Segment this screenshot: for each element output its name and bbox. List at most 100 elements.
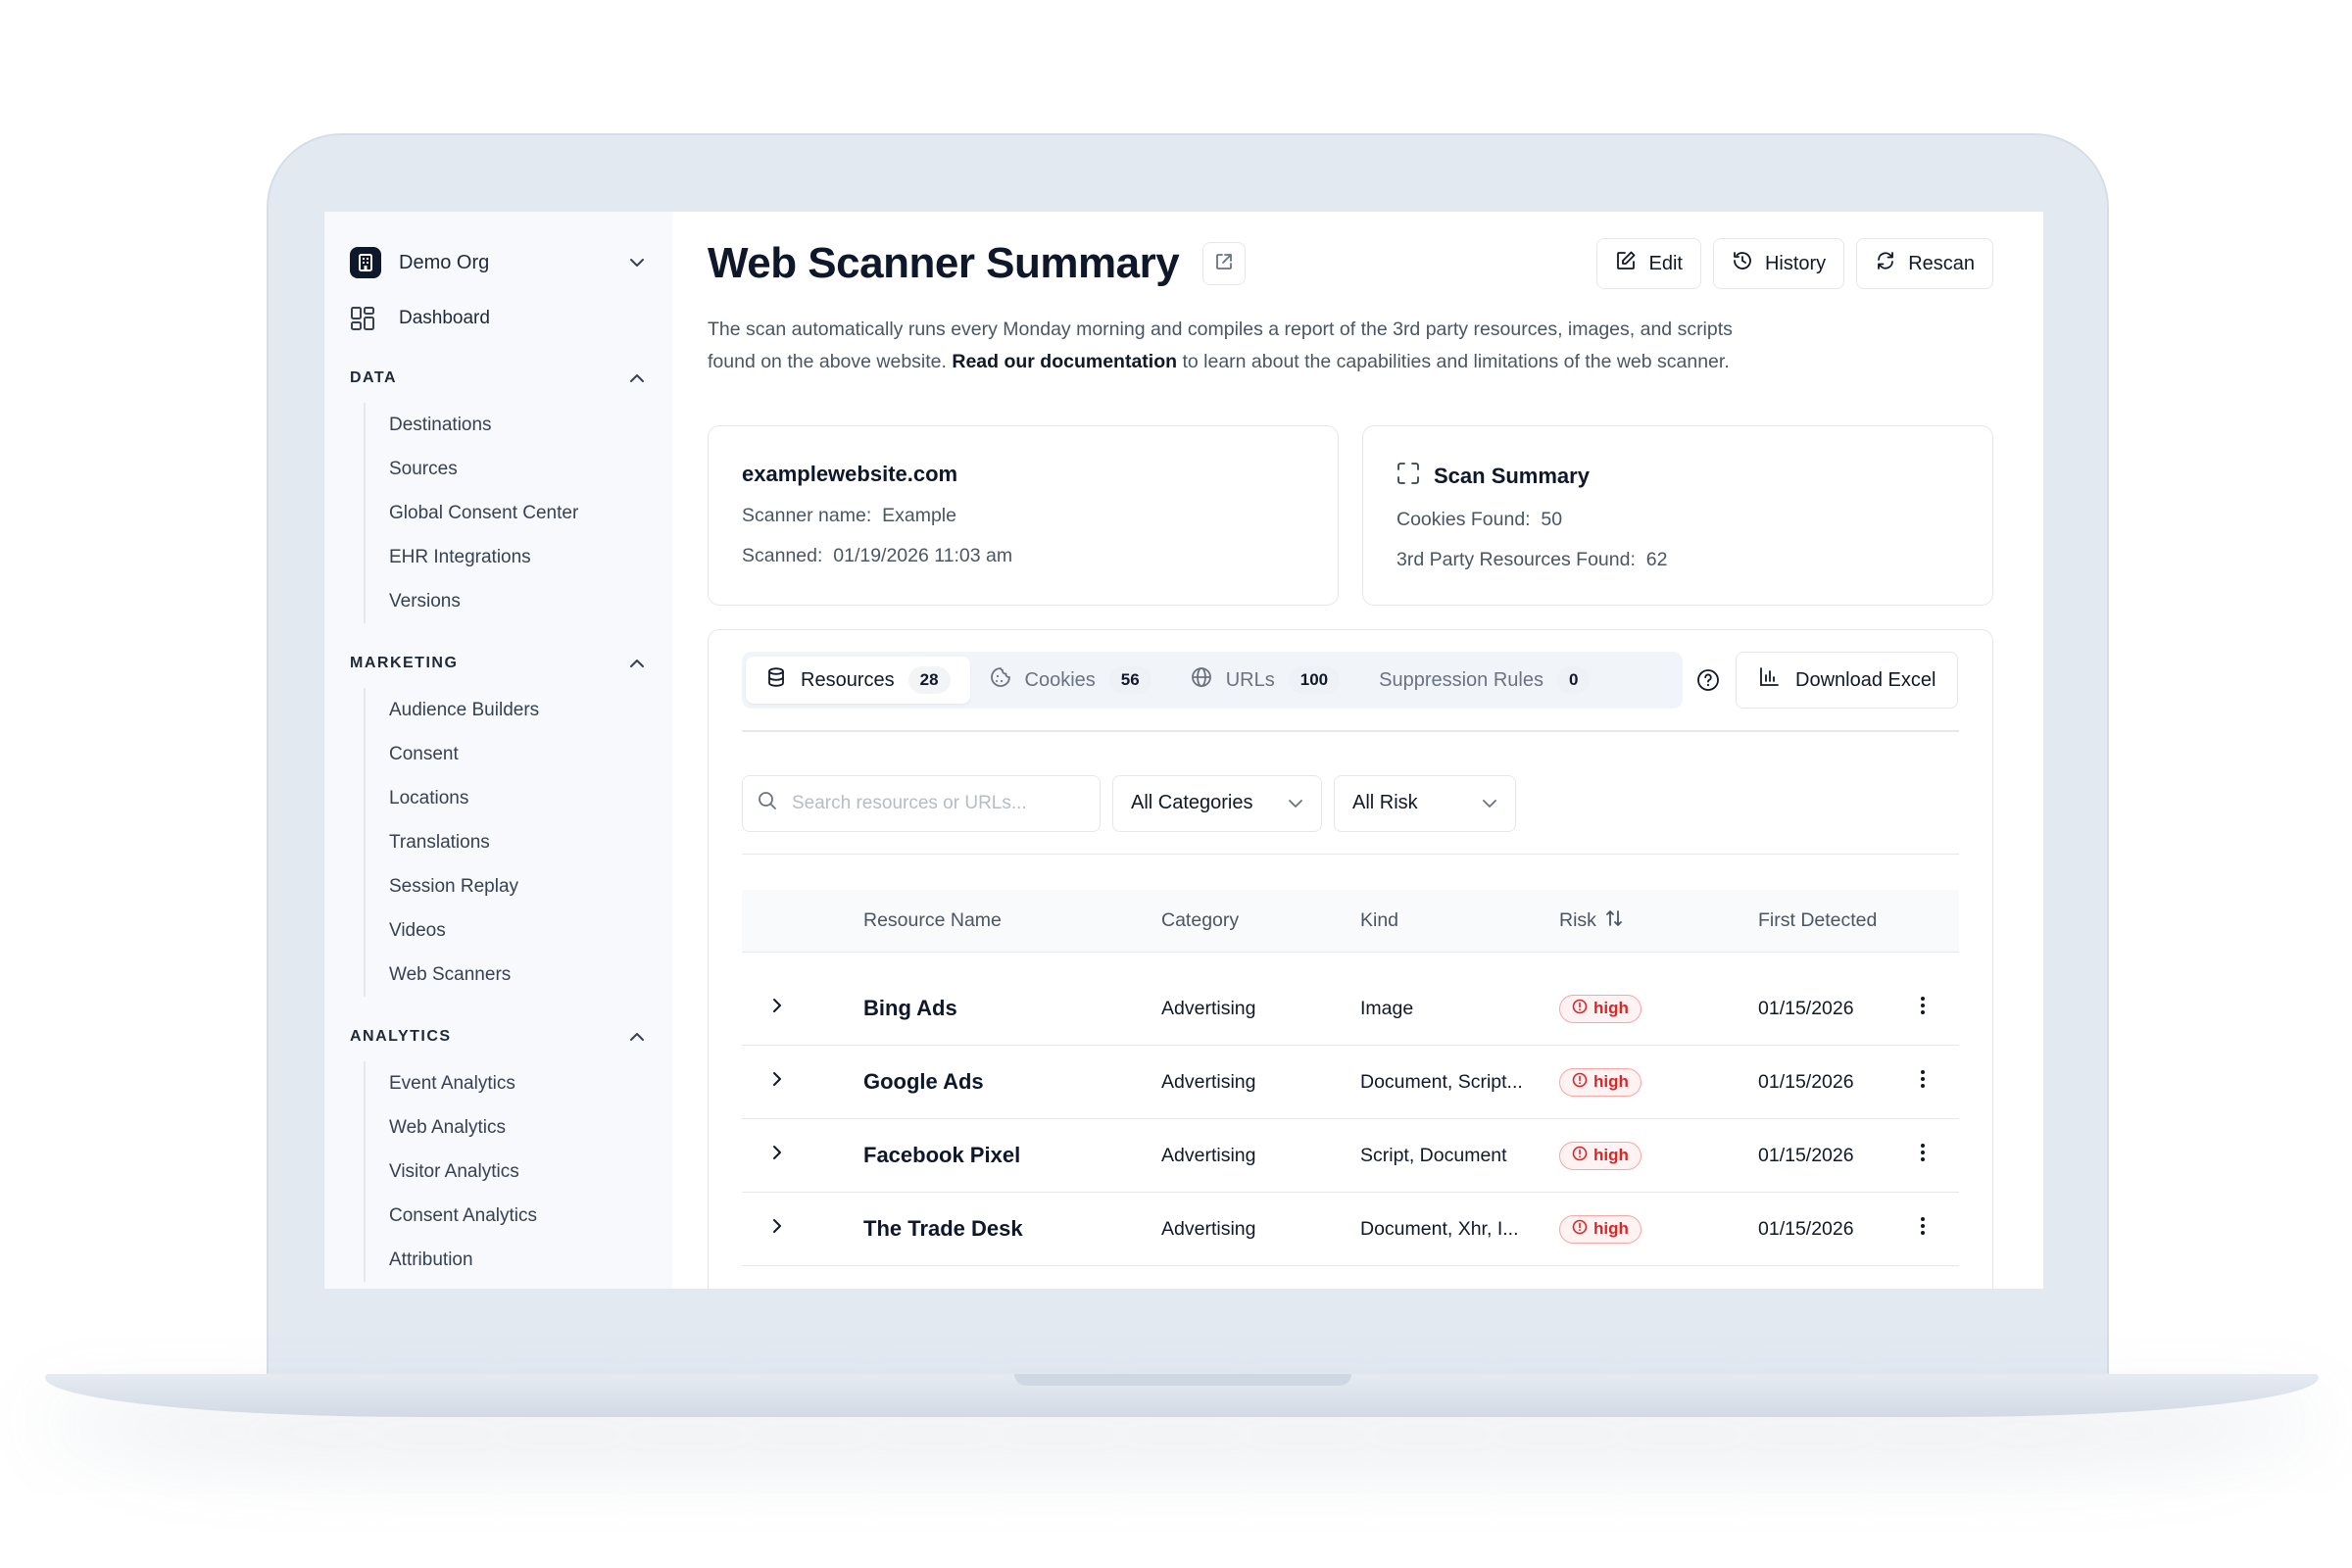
section-header-analytics[interactable]: ANALYTICS bbox=[350, 1022, 647, 1052]
header-actions: Edit History Rescan bbox=[1596, 238, 1993, 289]
tab-resources[interactable]: Resources 28 bbox=[746, 657, 970, 704]
chevron-up-icon bbox=[627, 654, 647, 673]
chevron-up-icon bbox=[627, 368, 647, 388]
site-card: examplewebsite.com Scanner name: Example… bbox=[708, 425, 1339, 606]
sidebar-item-audience-builders[interactable]: Audience Builders bbox=[389, 688, 647, 732]
sidebar-item-sources[interactable]: Sources bbox=[389, 447, 647, 491]
cookie-icon bbox=[990, 666, 1011, 694]
column-header-kind[interactable]: Kind bbox=[1360, 909, 1559, 932]
sidebar-item-web-analytics[interactable]: Web Analytics bbox=[389, 1105, 647, 1150]
column-header-resource-name[interactable]: Resource Name bbox=[863, 909, 1161, 932]
help-icon[interactable] bbox=[1696, 668, 1720, 692]
column-header-category[interactable]: Category bbox=[1161, 909, 1360, 932]
org-switcher[interactable]: Demo Org bbox=[350, 243, 647, 282]
resource-kind: Document, Xhr, I... bbox=[1360, 1217, 1519, 1240]
divider bbox=[742, 853, 1959, 855]
tab-cookies[interactable]: Cookies 56 bbox=[970, 657, 1171, 704]
more-vertical-icon bbox=[1920, 1216, 1926, 1242]
resource-kind: Document, Script... bbox=[1360, 1070, 1523, 1093]
search-field[interactable] bbox=[742, 774, 1101, 832]
scanner-name-label: Scanner name: bbox=[742, 505, 872, 526]
sidebar-item-ehr-integrations[interactable]: EHR Integrations bbox=[389, 535, 647, 579]
count-badge: 0 bbox=[1556, 666, 1591, 694]
scanned-value: 01/19/2026 11:03 am bbox=[833, 545, 1013, 566]
row-menu-button[interactable] bbox=[1893, 1143, 1952, 1168]
table-row[interactable]: The Trade Desk Advertising Document, Xhr… bbox=[742, 1193, 1959, 1266]
chevron-up-icon bbox=[627, 1027, 647, 1047]
sidebar-item-destinations[interactable]: Destinations bbox=[389, 403, 647, 447]
bar-chart-icon bbox=[1758, 666, 1780, 694]
category-select[interactable]: All Categories bbox=[1112, 774, 1322, 832]
sidebar-item-attribution[interactable]: Attribution bbox=[389, 1238, 647, 1282]
documentation-link[interactable]: Read our documentation bbox=[952, 351, 1177, 372]
history-button[interactable]: History bbox=[1712, 238, 1845, 289]
edit-icon bbox=[1615, 250, 1637, 277]
cookies-found-value: 50 bbox=[1541, 509, 1563, 530]
scanned-label: Scanned: bbox=[742, 545, 823, 566]
row-menu-button[interactable] bbox=[1893, 1216, 1952, 1242]
count-badge: 100 bbox=[1288, 666, 1341, 694]
filter-bar: All Categories All Risk bbox=[742, 774, 1959, 832]
scanner-name-line: Scanner name: Example bbox=[742, 505, 1304, 527]
sidebar-item-visitor-analytics[interactable]: Visitor Analytics bbox=[389, 1150, 647, 1194]
database-icon bbox=[765, 666, 787, 694]
risk-cell: high bbox=[1559, 994, 1758, 1023]
tab-suppression-rules[interactable]: Suppression Rules 0 bbox=[1359, 657, 1609, 704]
download-label: Download Excel bbox=[1795, 668, 1936, 691]
section-header-data[interactable]: DATA bbox=[350, 364, 647, 393]
tab-urls[interactable]: URLs 100 bbox=[1171, 657, 1359, 704]
sidebar-item-consent-analytics[interactable]: Consent Analytics bbox=[389, 1194, 647, 1238]
sidebar-item-event-analytics[interactable]: Event Analytics bbox=[389, 1061, 647, 1105]
cookies-found-label: Cookies Found: bbox=[1396, 509, 1531, 530]
expand-row-button[interactable] bbox=[742, 1144, 863, 1167]
table-row[interactable]: Bing Ads Advertising Image high 01/15/20… bbox=[742, 972, 1959, 1046]
table-row[interactable]: Facebook Pixel Advertising Script, Docum… bbox=[742, 1119, 1959, 1193]
sidebar-item-global-consent-center[interactable]: Global Consent Center bbox=[389, 491, 647, 535]
search-icon bbox=[757, 790, 778, 816]
column-header-risk[interactable]: Risk bbox=[1559, 908, 1758, 934]
org-name: Demo Org bbox=[399, 251, 490, 273]
rescan-button[interactable]: Rescan bbox=[1856, 238, 1993, 289]
sidebar-item-session-replay[interactable]: Session Replay bbox=[389, 864, 647, 908]
table-header: Resource Name Category Kind Risk First D… bbox=[742, 890, 1959, 953]
tabs-row: Resources 28 Cookies 56 URLs 100 Suppres… bbox=[742, 652, 1959, 709]
chevron-right-icon bbox=[771, 1144, 783, 1167]
sidebar-item-web-scanners[interactable]: Web Scanners bbox=[389, 953, 647, 997]
more-vertical-icon bbox=[1920, 1069, 1926, 1095]
row-menu-button[interactable] bbox=[1893, 996, 1952, 1021]
sidebar-item-consent[interactable]: Consent bbox=[389, 732, 647, 776]
tab-label: Resources bbox=[801, 668, 895, 691]
app-screen: Demo Org Dashboard DATA Destinations Sou… bbox=[324, 212, 2043, 1289]
sort-icon bbox=[1604, 908, 1624, 934]
count-badge: 56 bbox=[1108, 666, 1152, 694]
risk-cell: high bbox=[1559, 1067, 1758, 1097]
risk-label: high bbox=[1593, 1072, 1629, 1091]
expand-row-button[interactable] bbox=[742, 1217, 863, 1241]
table-row[interactable]: Google Ads Advertising Document, Script.… bbox=[742, 1046, 1959, 1119]
resource-name: Facebook Pixel bbox=[863, 1143, 1021, 1167]
sidebar-item-dashboard[interactable]: Dashboard bbox=[350, 299, 647, 338]
chevron-right-icon bbox=[771, 1217, 783, 1241]
edit-button[interactable]: Edit bbox=[1596, 238, 1701, 289]
main-content: Web Scanner Summary Edit History Rescan bbox=[672, 212, 2043, 1289]
search-input[interactable] bbox=[792, 792, 1076, 814]
expand-row-button[interactable] bbox=[742, 1070, 863, 1094]
results-panel: Resources 28 Cookies 56 URLs 100 Suppres… bbox=[708, 629, 1993, 1289]
tab-label: Cookies bbox=[1024, 668, 1096, 691]
open-external-button[interactable] bbox=[1202, 242, 1247, 285]
description-text-2: to learn about the capabilities and limi… bbox=[1182, 351, 1730, 372]
section-items-marketing: Audience Builders Consent Locations Tran… bbox=[364, 688, 647, 997]
download-excel-button[interactable]: Download Excel bbox=[1736, 652, 1959, 709]
row-menu-button[interactable] bbox=[1893, 1069, 1952, 1095]
sidebar-item-translations[interactable]: Translations bbox=[389, 820, 647, 864]
expand-row-button[interactable] bbox=[742, 997, 863, 1020]
column-header-first-detected[interactable]: First Detected bbox=[1758, 909, 1893, 932]
sidebar-item-versions[interactable]: Versions bbox=[389, 579, 647, 623]
scan-summary-title: Scan Summary bbox=[1434, 464, 1590, 488]
sidebar-item-videos[interactable]: Videos bbox=[389, 908, 647, 953]
sidebar-item-locations[interactable]: Locations bbox=[389, 776, 647, 820]
section-header-marketing[interactable]: MARKETING bbox=[350, 649, 647, 678]
alert-circle-icon bbox=[1572, 1072, 1588, 1093]
risk-select[interactable]: All Risk bbox=[1334, 774, 1516, 832]
risk-label: high bbox=[1593, 1146, 1629, 1164]
